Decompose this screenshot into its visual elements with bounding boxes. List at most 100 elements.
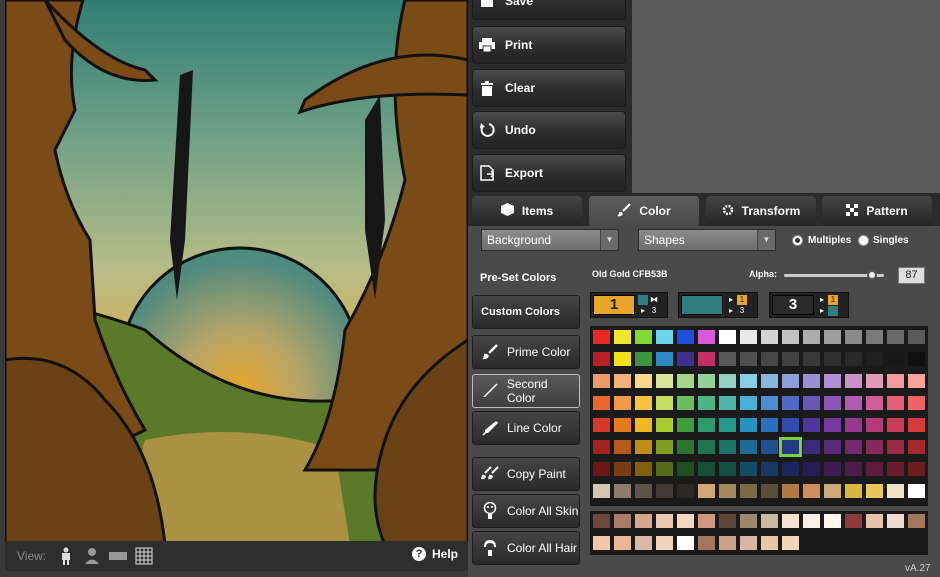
palette-swatch[interactable]	[824, 396, 841, 410]
palette-swatch[interactable]	[761, 484, 778, 498]
palette-swatch[interactable]	[887, 440, 904, 454]
palette-swatch[interactable]	[845, 374, 862, 388]
palette-swatch[interactable]	[656, 374, 673, 388]
undo-button[interactable]: Undo	[472, 111, 626, 149]
palette-swatch[interactable]	[593, 374, 610, 388]
skin-swatch[interactable]	[803, 514, 820, 528]
palette-swatch[interactable]	[803, 330, 820, 344]
copy-paint-button[interactable]: Copy Paint	[472, 457, 580, 491]
palette-swatch[interactable]	[866, 484, 883, 498]
palette-swatch[interactable]	[719, 484, 736, 498]
skin-swatch[interactable]	[635, 536, 652, 550]
palette-swatch[interactable]	[719, 418, 736, 432]
skin-swatch[interactable]	[824, 514, 841, 528]
skin-swatch[interactable]	[845, 514, 862, 528]
palette-swatch[interactable]	[677, 462, 694, 476]
palette-swatch[interactable]	[782, 352, 799, 366]
landscape-view-icon[interactable]	[109, 547, 127, 565]
palette-swatch[interactable]	[866, 396, 883, 410]
palette-swatch[interactable]	[677, 330, 694, 344]
color-all-skin-button[interactable]: Color All Skin	[472, 494, 580, 528]
skin-swatch[interactable]	[593, 514, 610, 528]
palette-swatch[interactable]	[614, 440, 631, 454]
full-body-view-icon[interactable]	[57, 547, 75, 565]
palette-swatch[interactable]	[845, 352, 862, 366]
palette-swatch[interactable]	[593, 484, 610, 498]
palette-swatch[interactable]	[803, 462, 820, 476]
palette-swatch[interactable]	[824, 462, 841, 476]
palette-swatch[interactable]	[677, 418, 694, 432]
palette-swatch[interactable]	[698, 352, 715, 366]
palette-swatch[interactable]	[908, 352, 925, 366]
skin-swatch[interactable]	[761, 514, 778, 528]
palette-swatch[interactable]	[866, 462, 883, 476]
tab-transform[interactable]: Transform	[706, 196, 816, 226]
palette-swatch[interactable]	[845, 396, 862, 410]
skin-swatch[interactable]	[656, 536, 673, 550]
palette-swatch[interactable]	[866, 352, 883, 366]
palette-swatch[interactable]	[698, 484, 715, 498]
palette-swatch[interactable]	[635, 440, 652, 454]
palette-swatch[interactable]	[677, 440, 694, 454]
palette-swatch[interactable]	[887, 396, 904, 410]
palette-swatch[interactable]	[614, 352, 631, 366]
preset-colors-tab[interactable]: Pre-Set Colors	[480, 272, 556, 284]
palette-swatch[interactable]	[740, 462, 757, 476]
palette-swatch[interactable]	[761, 352, 778, 366]
prime-color-button[interactable]: Prime Color	[472, 335, 580, 369]
palette-swatch[interactable]	[782, 418, 799, 432]
palette-swatch[interactable]	[635, 462, 652, 476]
palette-swatch[interactable]	[719, 374, 736, 388]
category-dropdown[interactable]: Shapes ▼	[638, 229, 776, 251]
alpha-slider-thumb[interactable]	[867, 270, 877, 280]
palette-swatch[interactable]	[866, 374, 883, 388]
palette-swatch[interactable]	[719, 352, 736, 366]
palette-swatch[interactable]	[845, 330, 862, 344]
palette-swatch[interactable]	[698, 418, 715, 432]
skin-swatch[interactable]	[761, 536, 778, 550]
skin-swatch[interactable]	[719, 514, 736, 528]
palette-swatch[interactable]	[761, 330, 778, 344]
palette-swatch[interactable]	[656, 418, 673, 432]
palette-swatch[interactable]	[866, 440, 883, 454]
palette-swatch[interactable]	[698, 396, 715, 410]
skin-swatch[interactable]	[614, 514, 631, 528]
palette-swatch[interactable]	[761, 462, 778, 476]
palette-swatch[interactable]	[698, 462, 715, 476]
palette-swatch[interactable]	[761, 396, 778, 410]
palette-swatch[interactable]	[845, 440, 862, 454]
export-button[interactable]: Export	[472, 154, 626, 192]
skin-swatch[interactable]	[677, 514, 694, 528]
palette-swatch[interactable]	[908, 330, 925, 344]
palette-swatch[interactable]	[677, 352, 694, 366]
color-all-hair-button[interactable]: Color All Hair	[472, 531, 580, 565]
palette-swatch[interactable]	[635, 396, 652, 410]
skin-swatch[interactable]	[782, 536, 799, 550]
palette-swatch[interactable]	[803, 396, 820, 410]
palette-swatch[interactable]	[803, 484, 820, 498]
alpha-value-field[interactable]: 87	[898, 267, 925, 284]
palette-swatch[interactable]	[656, 396, 673, 410]
palette-swatch[interactable]	[593, 462, 610, 476]
palette-swatch[interactable]	[698, 374, 715, 388]
palette-swatch[interactable]	[656, 484, 673, 498]
palette-swatch[interactable]	[761, 440, 778, 454]
palette-swatch[interactable]	[719, 440, 736, 454]
palette-swatch[interactable]	[593, 352, 610, 366]
palette-swatch[interactable]	[740, 418, 757, 432]
palette-swatch[interactable]	[824, 330, 841, 344]
tab-pattern[interactable]: Pattern	[822, 196, 932, 226]
palette-swatch[interactable]	[908, 418, 925, 432]
palette-swatch[interactable]	[803, 440, 820, 454]
multiples-radio[interactable]	[792, 235, 803, 246]
skin-swatch[interactable]	[719, 536, 736, 550]
color-slot-2[interactable]: ▸ 1 ▸ 3	[678, 292, 758, 318]
singles-radio[interactable]	[858, 235, 869, 246]
palette-swatch[interactable]	[593, 330, 610, 344]
skin-swatch[interactable]	[614, 536, 631, 550]
palette-swatch[interactable]	[908, 396, 925, 410]
skin-swatch[interactable]	[866, 514, 883, 528]
tab-color[interactable]: Color	[589, 196, 699, 226]
line-color-button[interactable]: Line Color	[472, 411, 580, 445]
layer-dropdown[interactable]: Background ▼	[481, 229, 619, 251]
